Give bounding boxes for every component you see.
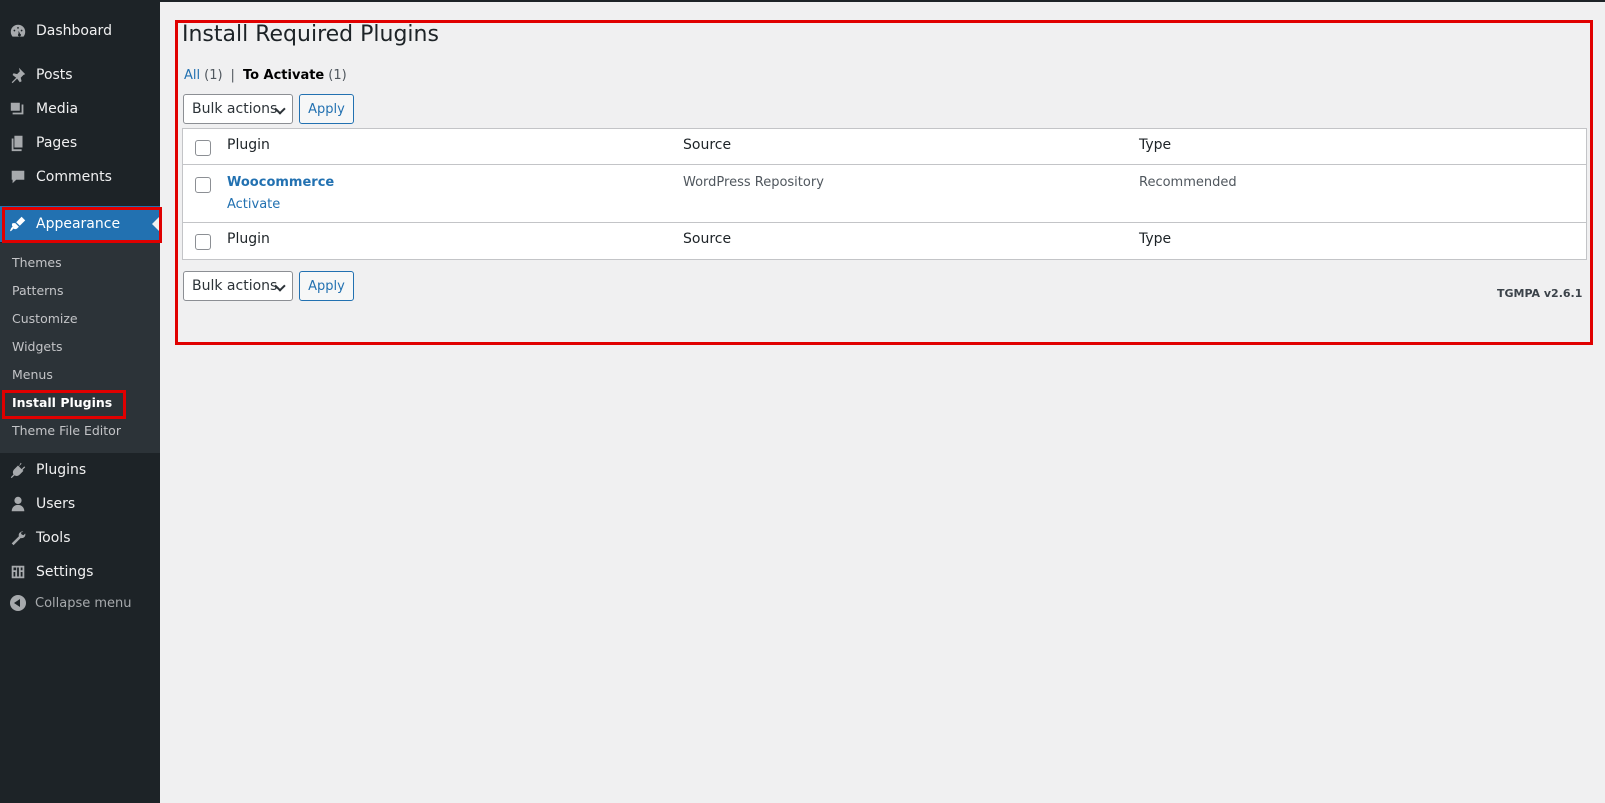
table-header-row: Plugin Source Type [183,129,1586,165]
media-icon [0,100,36,118]
submenu-item-theme-file-editor[interactable]: Theme File Editor [12,423,121,438]
sidebar-item-label: Tools [36,530,71,546]
filter-all-label: All [184,68,201,83]
sidebar-item-label: Comments [36,169,112,185]
page-title: Install Required Plugins [182,22,439,47]
collapse-menu-button[interactable]: Collapse menu [10,595,132,611]
sidebar-item-label: Plugins [36,462,87,478]
column-footer-type[interactable]: Type [1139,231,1171,247]
dashboard-icon [0,22,36,40]
bulk-actions-label: Bulk actions [192,278,278,294]
collapse-arrow-icon [10,595,26,611]
table-row: Woocommerce Activate WordPress Repositor… [183,165,1586,223]
sidebar-item-pages[interactable]: Pages [0,126,160,160]
filter-separator: | [230,68,235,83]
sidebar-item-appearance[interactable]: Appearance [0,206,160,242]
plugin-name-link[interactable]: Woocommerce [227,175,334,190]
wrench-icon [0,529,36,547]
status-filters: All (1) | To Activate (1) [184,68,347,83]
submenu-item-menus[interactable]: Menus [12,367,53,382]
apply-button-top[interactable]: Apply [299,94,354,124]
table-footer-row: Plugin Source Type [183,223,1586,259]
sidebar-item-label: Settings [36,564,94,580]
sidebar-item-media[interactable]: Media [0,92,160,126]
paintbrush-icon [0,215,36,233]
apply-button-bottom[interactable]: Apply [299,271,354,301]
row-checkbox[interactable] [195,177,211,193]
column-header-type[interactable]: Type [1139,137,1171,153]
submenu-item-patterns[interactable]: Patterns [12,283,63,298]
sidebar-item-comments[interactable]: Comments [0,160,160,194]
column-header-source: Source [683,137,732,153]
plugin-type: Recommended [1139,175,1237,190]
version-label: TGMPA v2.6.1 [1497,287,1583,300]
sidebar-item-users[interactable]: Users [0,487,160,521]
collapse-menu-label: Collapse menu [35,595,132,611]
sidebar-item-dashboard[interactable]: Dashboard [0,14,160,48]
sidebar-item-plugins[interactable]: Plugins [0,453,160,487]
sidebar-item-label: Dashboard [36,23,112,39]
bulk-actions-label: Bulk actions [192,101,278,117]
admin-sidebar: Dashboard Posts Media Pages Comments App… [0,0,162,803]
select-all-checkbox-top[interactable] [195,140,211,156]
filter-to-activate-count: (1) [328,68,347,83]
sidebar-item-label: Media [36,101,79,117]
submenu-item-themes[interactable]: Themes [12,255,62,270]
comments-icon [0,168,36,186]
activate-link[interactable]: Activate [227,197,280,212]
sidebar-item-tools[interactable]: Tools [0,521,160,555]
submenu-item-customize[interactable]: Customize [12,311,78,326]
sidebar-item-label: Appearance [36,216,121,232]
submenu-item-install-plugins[interactable]: Install Plugins [12,395,112,410]
pushpin-icon [0,66,36,84]
sidebar-item-posts[interactable]: Posts [0,58,160,92]
plugins-table: Plugin Source Type Woocommerce Activate … [182,128,1587,260]
filter-to-activate-link[interactable]: To Activate [243,68,324,83]
column-footer-plugin[interactable]: Plugin [227,231,270,247]
column-footer-source: Source [683,231,732,247]
filter-all-link[interactable]: All [184,68,200,83]
sidebar-item-settings[interactable]: Settings [0,555,160,589]
appearance-submenu: Themes Patterns Customize Widgets Menus … [0,243,160,453]
bulk-actions-select-bottom[interactable]: Bulk actions [183,271,293,301]
sidebar-item-label: Users [36,496,76,512]
settings-icon [0,563,36,581]
top-strip [160,0,1605,2]
sidebar-item-label: Pages [36,135,78,151]
bulk-actions-select-top[interactable]: Bulk actions [183,94,293,124]
sidebar-item-label: Posts [36,67,73,83]
plugin-icon [0,461,36,479]
users-icon [0,495,36,513]
filter-all-count: (1) [204,68,223,83]
plugin-source: WordPress Repository [683,175,824,190]
submenu-item-widgets[interactable]: Widgets [12,339,63,354]
pages-icon [0,134,36,152]
column-header-plugin[interactable]: Plugin [227,137,270,153]
select-all-checkbox-bottom[interactable] [195,234,211,250]
